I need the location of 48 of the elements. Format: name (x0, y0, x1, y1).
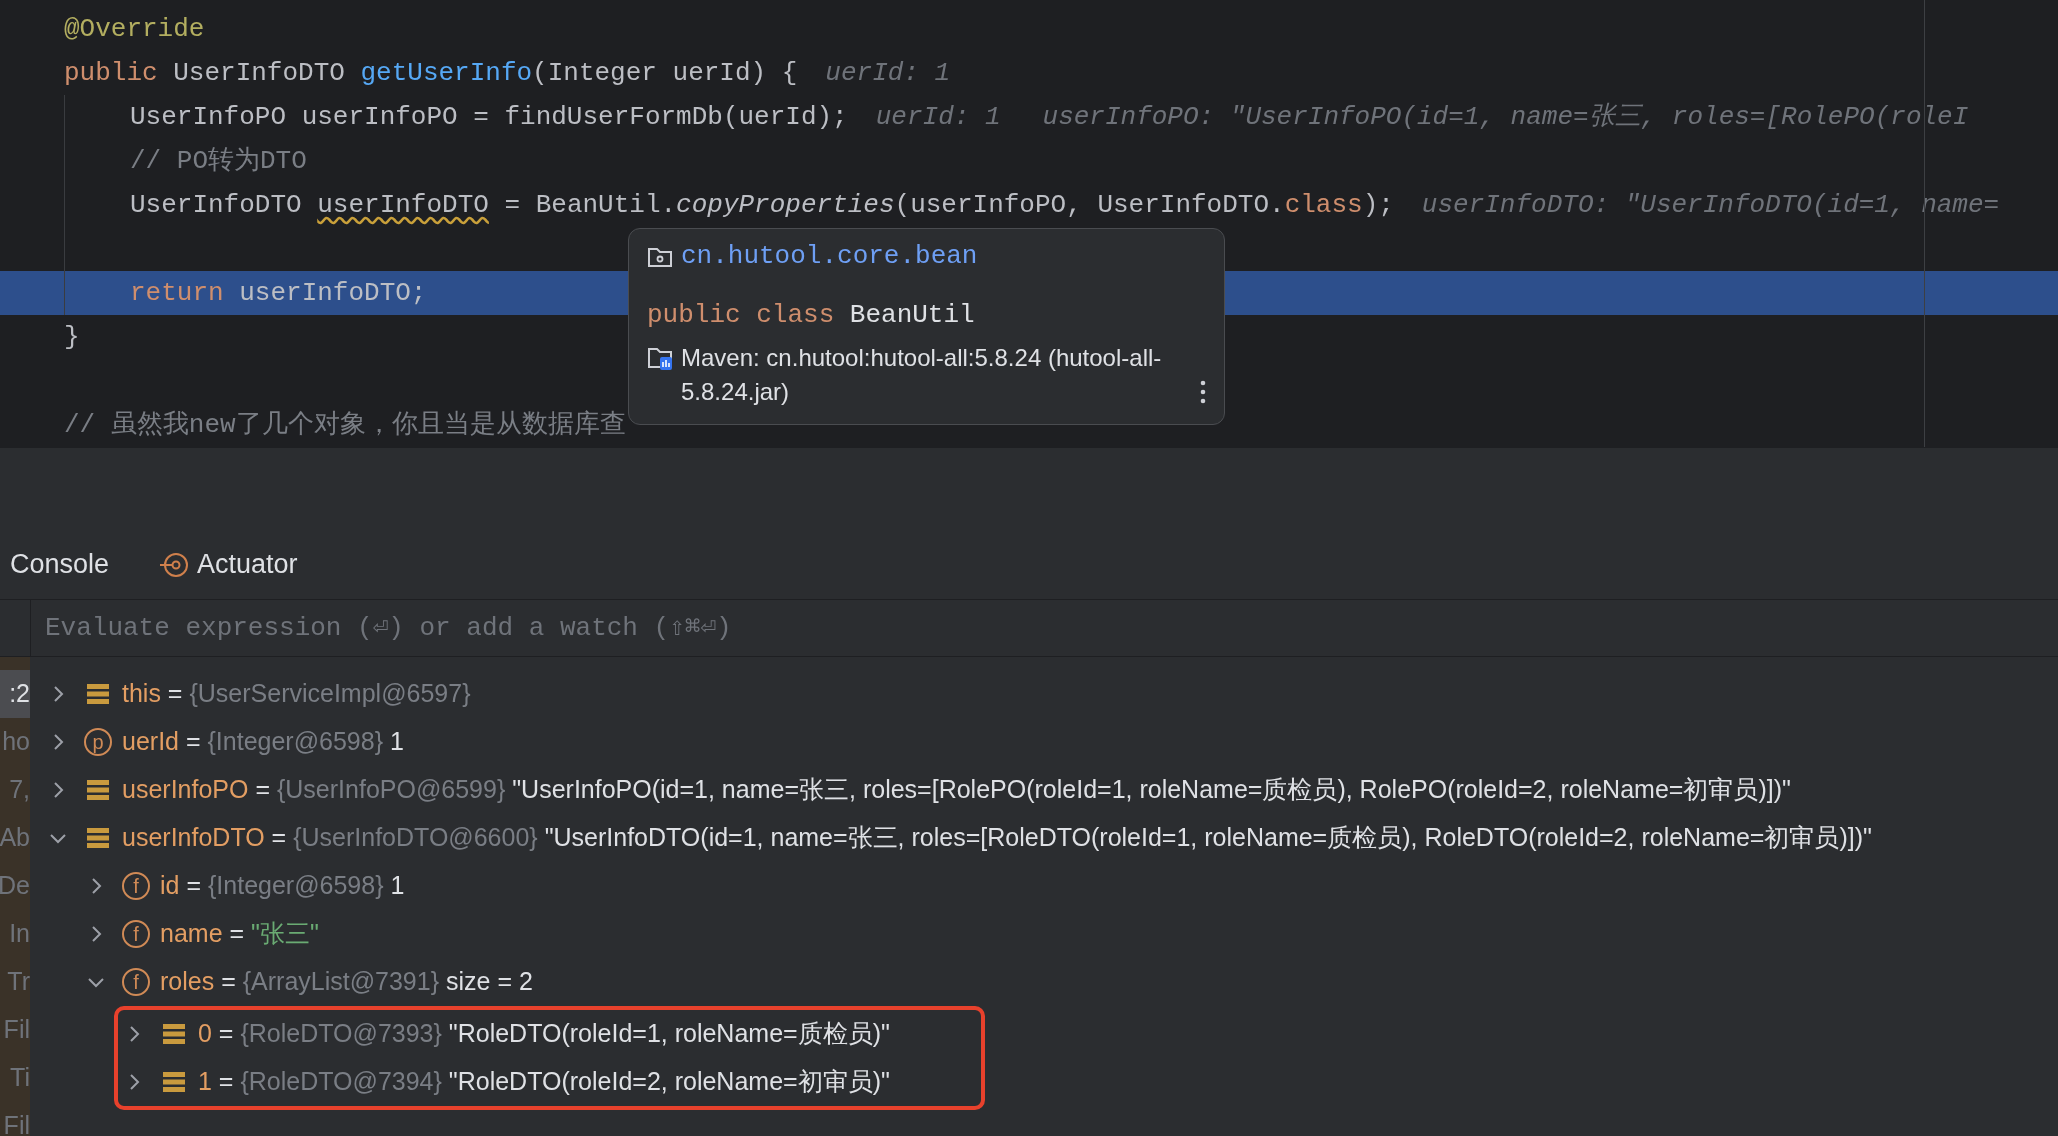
bars-icon (86, 683, 110, 705)
code-line: return userInfoDTO; (130, 276, 427, 310)
bars-icon (162, 1023, 186, 1045)
frame-item[interactable]: ho (0, 718, 30, 766)
code-line: UserInfoDTO userInfoDTO = BeanUtil.copyProperties(userInfoPO, UserInfoDTO.class); (130, 188, 1394, 222)
inline-hint: userInfoPO: "UserInfoPO(id=1, name=张三, roles=[RolePO(roleI (1042, 100, 1969, 134)
bars-icon (162, 1071, 186, 1093)
code-comment: // PO转为DTO (130, 144, 307, 178)
variable-text: userInfoDTO = {UserInfoDTO@6600} "UserInfoDTO(id=1, name=张三, roles=[RoleDTO(roleId=1, roleName=质检员), RoleDTO(roleId=2, roleName=初审员)])" (122, 822, 1872, 854)
code-line: } (64, 320, 80, 354)
variable-text: id = {Integer@6598} 1 (160, 870, 405, 902)
bars-icon (86, 827, 110, 849)
frame-item[interactable]: Tr (0, 958, 30, 1006)
inline-hint: uerId: 1 (875, 100, 1001, 134)
field-icon: f (122, 968, 150, 996)
package-icon (647, 245, 673, 268)
field-icon: f (122, 920, 150, 948)
variable-text: uerId = {Integer@6598} 1 (122, 726, 404, 758)
frame-item[interactable]: Ti (0, 1054, 30, 1102)
variable-text: 1 = {RoleDTO@7394} "RoleDTO(roleId=2, roleName=初审员)" (198, 1066, 890, 1098)
package-link[interactable]: cn.hutool.core.bean (681, 237, 978, 276)
inline-hint: uerId: 1 (825, 56, 951, 90)
library-icon (647, 345, 673, 371)
panel-tab[interactable]: Console (10, 544, 110, 585)
field-icon: f (122, 872, 150, 900)
panel-tab[interactable]: Actuator (159, 544, 298, 585)
frame-item[interactable]: In (0, 910, 30, 958)
variable-text: 0 = {RoleDTO@7393} "RoleDTO(roleId=1, roleName=质检员)" (198, 1018, 890, 1050)
variable-text: name = "张三" (160, 918, 319, 950)
frame-item[interactable]: De (0, 862, 30, 910)
frame-item[interactable]: Fil (0, 1006, 30, 1054)
inline-hint: userInfoDTO: "UserInfoDTO(id=1, name= (1421, 188, 2000, 222)
bars-icon (86, 779, 110, 801)
class-declaration: public class BeanUtil (647, 299, 976, 332)
frame-item[interactable]: 7, (0, 766, 30, 814)
code-line: UserInfoPO userInfoPO = findUserFormDb(uerId); (130, 100, 848, 134)
frame-item[interactable]: Ab (0, 814, 30, 862)
variable-text: this = {UserServiceImpl@6597} (122, 678, 471, 710)
code-line: public UserInfoDTO getUserInfo(Integer uerId) { (64, 56, 798, 90)
variable-text: roles = {ArrayList@7391} size = 2 (160, 966, 533, 998)
code-line: @Override (64, 12, 205, 46)
parameter-icon: p (84, 728, 112, 756)
code-comment: // 虽然我new了几个对象，你且当是从数据库查 (64, 408, 626, 442)
variable-text: userInfoPO = {UserInfoPO@6599} "UserInfoPO(id=1, name=张三, roles=[RolePO(roleId=1, roleName=质检员), RolePO(roleId=2, roleName=初审员)])" (122, 774, 1791, 806)
frame-item[interactable]: Fil (0, 1102, 30, 1136)
more-icon[interactable] (1200, 380, 1206, 405)
frame-item[interactable]: :2 (0, 670, 30, 718)
library-text: Maven: cn.hutool:hutool-all:5.8.24 (hutool-all-5.8.24.jar) (681, 343, 1163, 407)
